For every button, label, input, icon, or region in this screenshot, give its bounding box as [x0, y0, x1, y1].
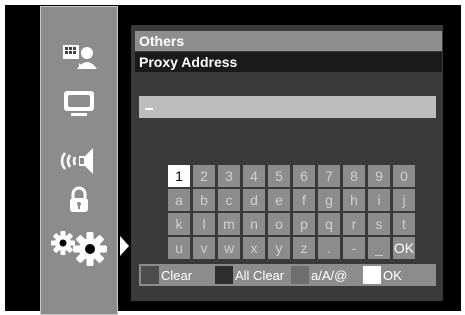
legend-label: OK	[383, 267, 402, 283]
keyboard-key[interactable]: z	[293, 237, 315, 259]
keyboard-key[interactable]: q	[318, 213, 340, 235]
keyboard-key[interactable]: s	[368, 213, 390, 235]
color-button-icon	[291, 266, 309, 284]
keyboard-key[interactable]: r	[343, 213, 365, 235]
onscreen-keyboard: 1 2 3 4 5 6 7 8 9 0 a b c d e f g h i j k l m n o p q r s t u v w x y z. - _ O…	[168, 165, 415, 259]
audio-icon[interactable]	[41, 143, 117, 179]
keyboard-key[interactable]: a	[168, 189, 190, 211]
legend-item: All Clear	[213, 264, 289, 286]
keyboard-key[interactable]: v	[193, 237, 215, 259]
color-button-icon	[141, 266, 159, 284]
keyboard-key[interactable]: h	[343, 189, 365, 211]
keyboard-key[interactable]: 1	[168, 165, 190, 187]
keyboard-key[interactable]: 2	[193, 165, 215, 187]
menu-title: Others	[135, 31, 442, 51]
legend-label: All Clear	[235, 267, 285, 283]
legend-label: a/A/@	[311, 267, 348, 283]
keyboard-ok-key[interactable]: OK	[393, 237, 415, 259]
keyboard-key[interactable]: t	[393, 213, 415, 235]
keyboard-key[interactable]: j	[393, 189, 415, 211]
keyboard-key[interactable]: 5	[268, 165, 290, 187]
keyboard-key[interactable]: k	[168, 213, 190, 235]
keyboard-key[interactable]: p	[293, 213, 315, 235]
others-icon[interactable]	[41, 227, 117, 267]
item-title: Proxy Address	[135, 52, 442, 72]
keyboard-key[interactable]: c	[218, 189, 240, 211]
display-icon[interactable]	[41, 87, 117, 121]
keyboard-key[interactable]: 7	[318, 165, 340, 187]
color-button-icon	[363, 266, 381, 284]
keyboard-key[interactable]: 6	[293, 165, 315, 187]
keyboard-key[interactable]: n	[243, 213, 265, 235]
keyboard-key[interactable]: f	[293, 189, 315, 211]
keyboard-key[interactable]: 9	[368, 165, 390, 187]
legend-item: Clear	[139, 264, 213, 286]
keyboard-key[interactable]: u	[168, 237, 190, 259]
proxy-address-input[interactable]	[139, 96, 436, 118]
setup-guide-icon[interactable]	[41, 39, 117, 73]
keyboard-key[interactable]: -	[343, 237, 365, 259]
keyboard-key[interactable]: 3	[218, 165, 240, 187]
keyboard-key[interactable]: e	[268, 189, 290, 211]
keyboard-key[interactable]: i	[368, 189, 390, 211]
setup-sidebar	[40, 6, 118, 315]
keyboard-key[interactable]: 4	[243, 165, 265, 187]
keyboard-key[interactable]: b	[193, 189, 215, 211]
keyboard-key[interactable]: g	[318, 189, 340, 211]
keyboard-key[interactable]: m	[218, 213, 240, 235]
keyboard-key[interactable]: _	[368, 237, 390, 259]
legend-label: Clear	[161, 267, 193, 283]
keyboard-key[interactable]: d	[243, 189, 265, 211]
lock-icon[interactable]	[41, 185, 117, 215]
keyboard-key[interactable]: x	[243, 237, 265, 259]
color-button-icon	[215, 266, 233, 284]
key-legend: Clear All Clear a/A/@ OK	[139, 264, 436, 286]
keyboard-key[interactable]: w	[218, 237, 240, 259]
text-cursor	[145, 108, 153, 110]
keyboard-key[interactable]: o	[268, 213, 290, 235]
legend-item: OK	[361, 264, 436, 286]
selection-arrow-icon	[120, 236, 129, 256]
keyboard-key[interactable]: y	[268, 237, 290, 259]
keyboard-key[interactable]: 0	[393, 165, 415, 187]
keyboard-key[interactable]: 8	[343, 165, 365, 187]
keyboard-key[interactable]: .	[318, 237, 340, 259]
legend-item: a/A/@	[289, 264, 361, 286]
keyboard-key[interactable]: l	[193, 213, 215, 235]
